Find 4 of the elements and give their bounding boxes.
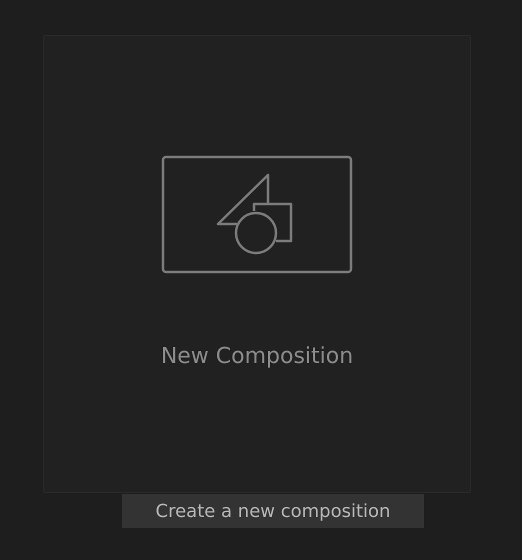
composition-icon [161,155,353,274]
new-composition-button[interactable]: New Composition [43,35,471,493]
card-label: New Composition [160,343,354,371]
tooltip: Create a new composition [122,494,424,528]
